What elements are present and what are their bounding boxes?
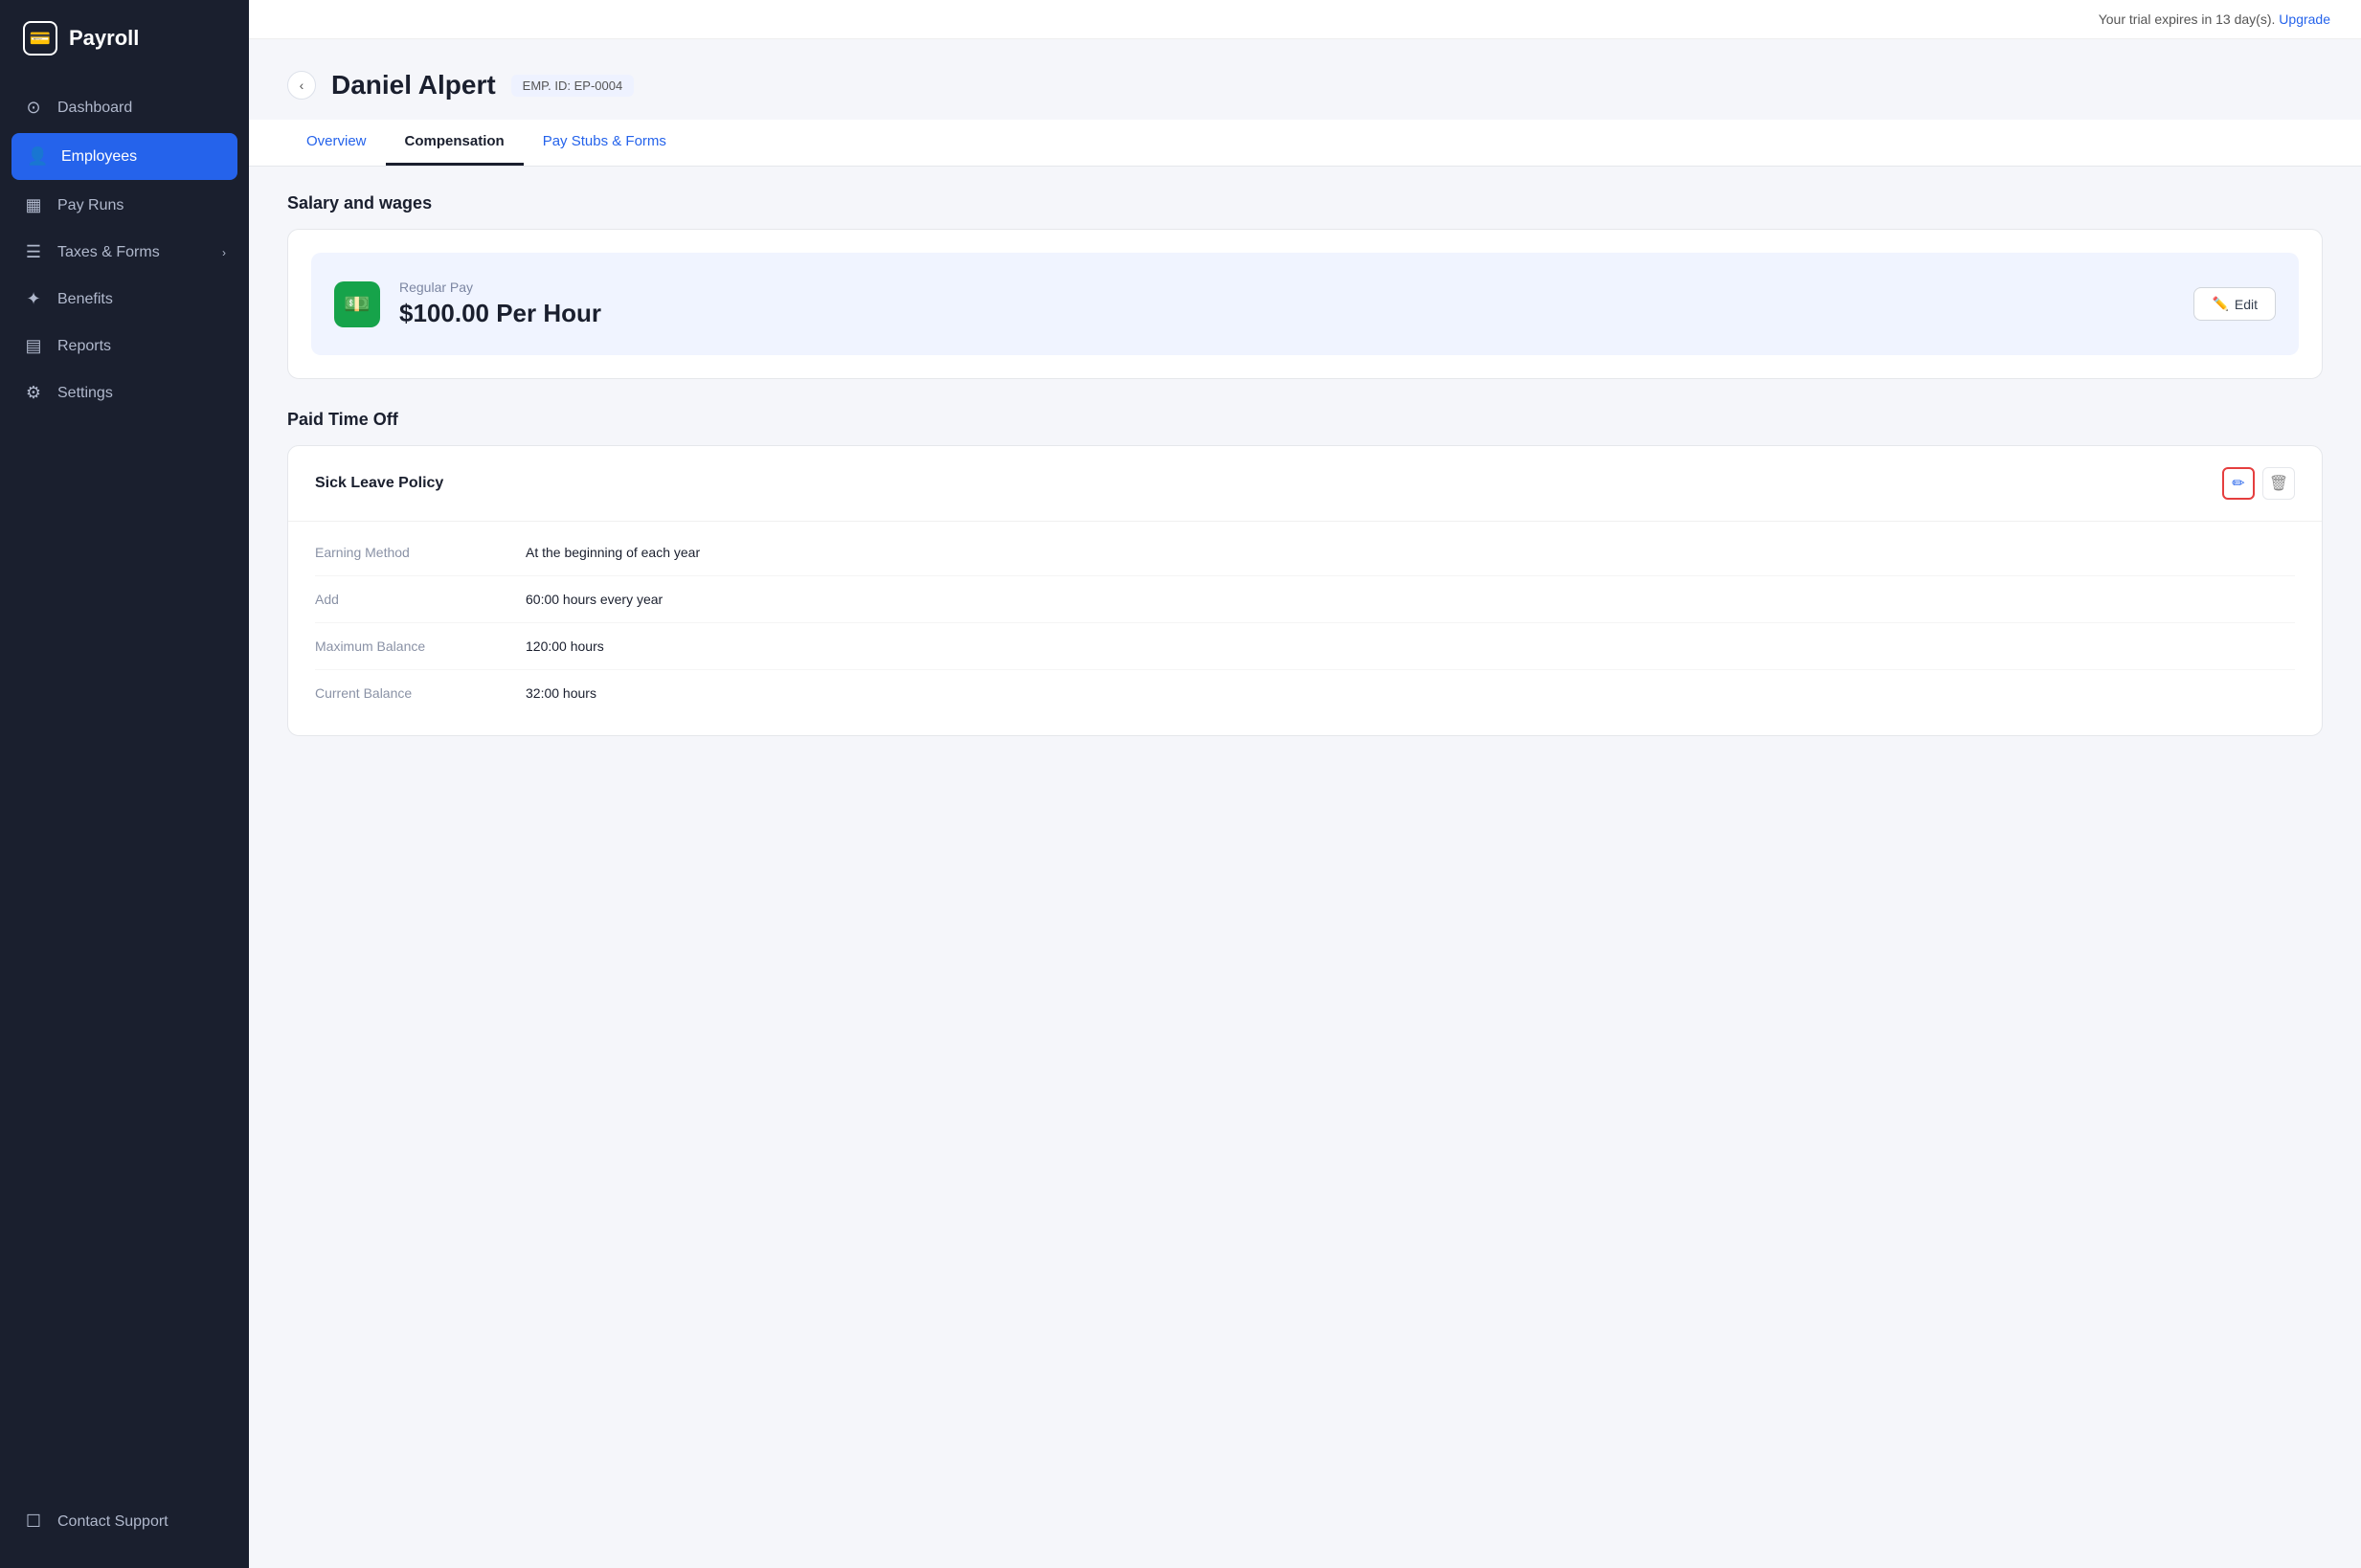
pto-key-add: Add — [315, 592, 526, 607]
sidebar-item-taxes-forms[interactable]: ☰ Taxes & Forms › — [0, 229, 249, 276]
topbar: Your trial expires in 13 day(s). Upgrade — [249, 0, 2361, 39]
app-name: Payroll — [69, 26, 139, 51]
sidebar-item-label: Employees — [61, 148, 137, 166]
chevron-right-icon: › — [222, 246, 226, 259]
pto-card: Sick Leave Policy ✏ 🗑 Earning Method At … — [287, 445, 2323, 736]
tab-pay-stubs[interactable]: Pay Stubs & Forms — [524, 120, 686, 166]
pto-key-max-balance: Maximum Balance — [315, 638, 526, 654]
sidebar-item-pay-runs[interactable]: ▦ Pay Runs — [0, 182, 249, 229]
pto-value-current-balance: 32:00 hours — [526, 685, 596, 701]
pencil-icon: ✏️ — [2212, 296, 2228, 312]
tab-overview[interactable]: Overview — [287, 120, 386, 166]
salary-info: Regular Pay $100.00 Per Hour — [399, 280, 2174, 328]
pto-key-current-balance: Current Balance — [315, 685, 526, 701]
employee-name: Daniel Alpert — [331, 70, 496, 101]
salary-inner-card: 💵 Regular Pay $100.00 Per Hour ✏️ Edit — [311, 253, 2299, 355]
logo-icon: 💳 — [23, 21, 57, 56]
sidebar-item-benefits[interactable]: ✦ Benefits — [0, 276, 249, 323]
pto-key-earning-method: Earning Method — [315, 545, 526, 560]
sidebar-item-contact-support[interactable]: ☐ Contact Support — [0, 1498, 249, 1545]
pto-policy-name: Sick Leave Policy — [315, 475, 443, 492]
pto-value-add: 60:00 hours every year — [526, 592, 663, 607]
sidebar-bottom: ☐ Contact Support — [0, 1490, 249, 1568]
sidebar-item-label: Contact Support — [57, 1513, 169, 1531]
salary-amount: $100.00 Per Hour — [399, 299, 2174, 328]
pto-row-max-balance: Maximum Balance 120:00 hours — [315, 623, 2295, 670]
emp-id-badge: EMP. ID: EP-0004 — [511, 75, 635, 97]
page-header: ‹ Daniel Alpert EMP. ID: EP-0004 — [287, 70, 2323, 101]
edit-pto-button[interactable]: ✏ — [2222, 467, 2255, 500]
sidebar-item-label: Pay Runs — [57, 197, 124, 214]
benefits-icon: ✦ — [23, 289, 44, 309]
pto-header: Sick Leave Policy ✏ 🗑 — [288, 446, 2322, 522]
salary-card: 💵 Regular Pay $100.00 Per Hour ✏️ Edit — [287, 229, 2323, 379]
sidebar-item-dashboard[interactable]: ⊙ Dashboard — [0, 84, 249, 131]
app-logo: 💳 Payroll — [0, 0, 249, 77]
contact-icon: ☐ — [23, 1512, 44, 1532]
pto-value-max-balance: 120:00 hours — [526, 638, 604, 654]
pto-section-title: Paid Time Off — [287, 410, 2323, 430]
upgrade-link[interactable]: Upgrade — [2279, 11, 2330, 27]
pto-actions: ✏ 🗑 — [2222, 467, 2295, 500]
dashboard-icon: ⊙ — [23, 98, 44, 118]
sidebar-item-reports[interactable]: ▤ Reports — [0, 323, 249, 370]
employees-icon: 👤 — [27, 146, 48, 167]
regular-pay-label: Regular Pay — [399, 280, 2174, 295]
salary-icon: 💵 — [334, 281, 380, 327]
tab-compensation[interactable]: Compensation — [386, 120, 524, 166]
back-button[interactable]: ‹ — [287, 71, 316, 100]
trial-text: Your trial expires in 13 day(s). — [2099, 11, 2276, 27]
salary-section-title: Salary and wages — [287, 193, 2323, 213]
pto-fields: Earning Method At the beginning of each … — [288, 522, 2322, 735]
pto-row-earning-method: Earning Method At the beginning of each … — [315, 529, 2295, 576]
edit-salary-button[interactable]: ✏️ Edit — [2193, 287, 2276, 321]
tabs-bar: Overview Compensation Pay Stubs & Forms — [249, 120, 2361, 167]
taxes-icon: ☰ — [23, 242, 44, 262]
reports-icon: ▤ — [23, 336, 44, 356]
sidebar-item-employees[interactable]: 👤 Employees — [11, 133, 237, 180]
sidebar-item-settings[interactable]: ⚙ Settings — [0, 370, 249, 416]
sidebar-item-label: Settings — [57, 385, 113, 402]
sidebar-nav: ⊙ Dashboard 👤 Employees ▦ Pay Runs ☰ Tax… — [0, 77, 249, 1490]
pto-value-earning-method: At the beginning of each year — [526, 545, 700, 560]
settings-icon: ⚙ — [23, 383, 44, 403]
main-area: Your trial expires in 13 day(s). Upgrade… — [249, 0, 2361, 1568]
pay-runs-icon: ▦ — [23, 195, 44, 215]
sidebar: 💳 Payroll ⊙ Dashboard 👤 Employees ▦ Pay … — [0, 0, 249, 1568]
sidebar-item-label: Benefits — [57, 291, 113, 308]
pto-section: Paid Time Off Sick Leave Policy ✏ 🗑 Earn… — [287, 410, 2323, 736]
pto-row-add: Add 60:00 hours every year — [315, 576, 2295, 623]
sidebar-item-label: Dashboard — [57, 100, 132, 117]
sidebar-item-label: Reports — [57, 338, 111, 355]
content-area: ‹ Daniel Alpert EMP. ID: EP-0004 Overvie… — [249, 39, 2361, 1568]
salary-section: Salary and wages 💵 Regular Pay $100.00 P… — [287, 193, 2323, 379]
pto-row-current-balance: Current Balance 32:00 hours — [315, 670, 2295, 716]
delete-pto-button[interactable]: 🗑 — [2262, 467, 2295, 500]
sidebar-item-label: Taxes & Forms — [57, 244, 160, 261]
